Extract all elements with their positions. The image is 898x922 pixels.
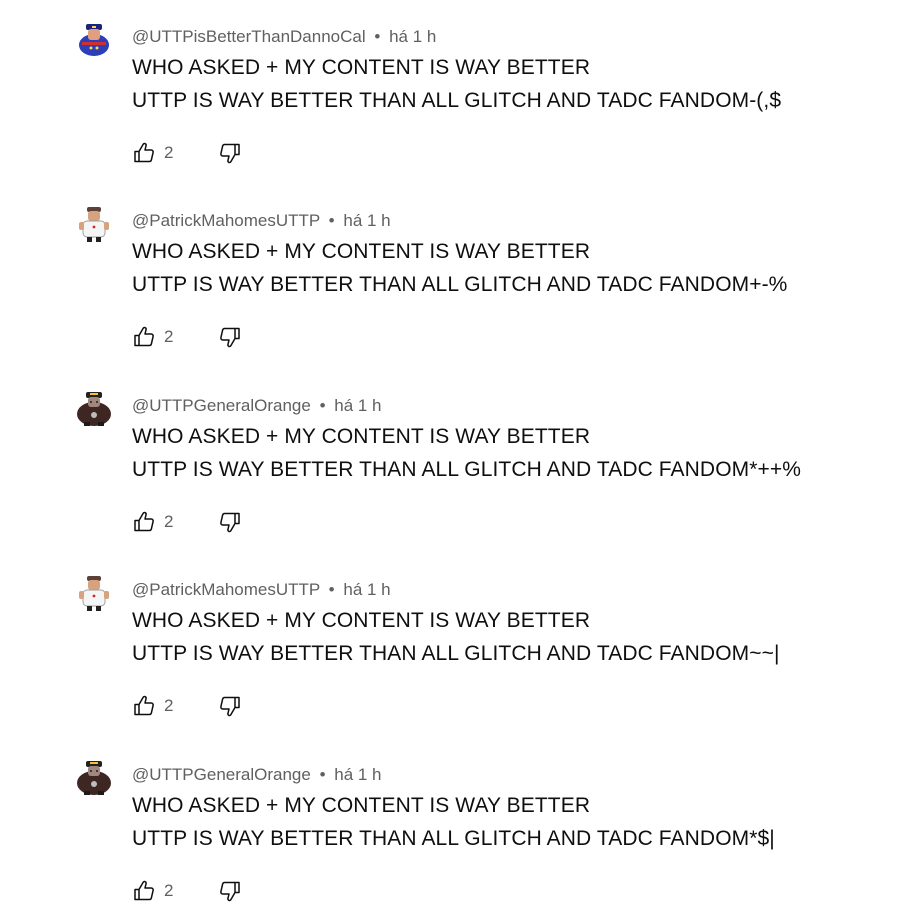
- comment-text-line-1: WHO ASKED + MY CONTENT IS WAY BETTER: [132, 794, 591, 817]
- comment-item: @UTTPisBetterThanDannoCal • há 1 h WHO A…: [0, 0, 898, 184]
- comment-header: @UTTPGeneralOrange • há 1 h: [132, 764, 382, 786]
- comment-text-line-2: UTTP IS WAY BETTER THAN ALL GLITCH AND T…: [132, 827, 775, 850]
- comment-text-line-1: WHO ASKED + MY CONTENT IS WAY BETTER: [132, 56, 591, 79]
- separator-dot: •: [328, 580, 335, 599]
- thumbs-down-icon: [218, 879, 242, 903]
- author-name[interactable]: @UTTPisBetterThanDannoCal: [132, 27, 366, 46]
- like-count: 2: [164, 327, 174, 346]
- timestamp[interactable]: há 1 h: [343, 211, 390, 230]
- comment-header: @PatrickMahomesUTTP • há 1 h: [132, 579, 391, 601]
- comment-item: @UTTPGeneralOrange • há 1 h WHO ASKED + …: [0, 738, 898, 922]
- thumbs-up-icon: [132, 510, 156, 534]
- brown-general-avatar-icon[interactable]: [74, 758, 114, 798]
- like-count: 2: [164, 143, 174, 162]
- timestamp[interactable]: há 1 h: [334, 396, 381, 415]
- like-button[interactable]: [132, 878, 158, 904]
- like-button[interactable]: [132, 140, 158, 166]
- dislike-button[interactable]: [218, 324, 244, 350]
- like-button[interactable]: [132, 693, 158, 719]
- thumbs-up-icon: [132, 694, 156, 718]
- author-name[interactable]: @PatrickMahomesUTTP: [132, 211, 320, 230]
- comment-actions: 2: [132, 509, 244, 535]
- thumbs-down-icon: [218, 325, 242, 349]
- separator-dot: •: [319, 765, 326, 784]
- comment-header: @PatrickMahomesUTTP • há 1 h: [132, 210, 391, 232]
- comment-actions: 2: [132, 878, 244, 904]
- thumbs-up-icon: [132, 141, 156, 165]
- thumbs-up-icon: [132, 879, 156, 903]
- comment-actions: 2: [132, 693, 244, 719]
- like-count: 2: [164, 696, 174, 715]
- comment-text-line-2: UTTP IS WAY BETTER THAN ALL GLITCH AND T…: [132, 642, 780, 665]
- like-count: 2: [164, 881, 174, 900]
- comment-item: @UTTPGeneralOrange • há 1 h WHO ASKED + …: [0, 369, 898, 553]
- brown-general-avatar-icon[interactable]: [74, 389, 114, 429]
- comment-header: @UTTPGeneralOrange • há 1 h: [132, 395, 382, 417]
- separator-dot: •: [374, 27, 381, 46]
- comment-actions: 2: [132, 140, 244, 166]
- comment-text-line-2: UTTP IS WAY BETTER THAN ALL GLITCH AND T…: [132, 273, 788, 296]
- timestamp[interactable]: há 1 h: [343, 580, 390, 599]
- dislike-button[interactable]: [218, 140, 244, 166]
- author-name[interactable]: @PatrickMahomesUTTP: [132, 580, 320, 599]
- timestamp[interactable]: há 1 h: [334, 765, 381, 784]
- comment-item: @PatrickMahomesUTTP • há 1 h WHO ASKED +…: [0, 553, 898, 737]
- comment-text-line-2: UTTP IS WAY BETTER THAN ALL GLITCH AND T…: [132, 89, 782, 112]
- dislike-button[interactable]: [218, 509, 244, 535]
- comment-header: @UTTPisBetterThanDannoCal • há 1 h: [132, 26, 436, 48]
- separator-dot: •: [319, 396, 326, 415]
- comment-actions: 2: [132, 324, 244, 350]
- thumbs-up-icon: [132, 325, 156, 349]
- dislike-button[interactable]: [218, 693, 244, 719]
- comment-text-line-1: WHO ASKED + MY CONTENT IS WAY BETTER: [132, 240, 591, 263]
- thumbs-down-icon: [218, 694, 242, 718]
- blue-soldier-avatar-icon[interactable]: [74, 20, 114, 60]
- comment-text-line-1: WHO ASKED + MY CONTENT IS WAY BETTER: [132, 609, 591, 632]
- author-name[interactable]: @UTTPGeneralOrange: [132, 765, 311, 784]
- author-name[interactable]: @UTTPGeneralOrange: [132, 396, 311, 415]
- separator-dot: •: [328, 211, 335, 230]
- comment-item: @PatrickMahomesUTTP • há 1 h WHO ASKED +…: [0, 184, 898, 368]
- white-uniform-avatar-icon[interactable]: [74, 204, 114, 244]
- thumbs-down-icon: [218, 141, 242, 165]
- like-button[interactable]: [132, 509, 158, 535]
- dislike-button[interactable]: [218, 878, 244, 904]
- thumbs-down-icon: [218, 510, 242, 534]
- white-uniform-avatar-icon[interactable]: [74, 573, 114, 613]
- timestamp[interactable]: há 1 h: [389, 27, 436, 46]
- comment-text-line-1: WHO ASKED + MY CONTENT IS WAY BETTER: [132, 425, 591, 448]
- like-count: 2: [164, 512, 174, 531]
- comment-text-line-2: UTTP IS WAY BETTER THAN ALL GLITCH AND T…: [132, 458, 801, 481]
- like-button[interactable]: [132, 324, 158, 350]
